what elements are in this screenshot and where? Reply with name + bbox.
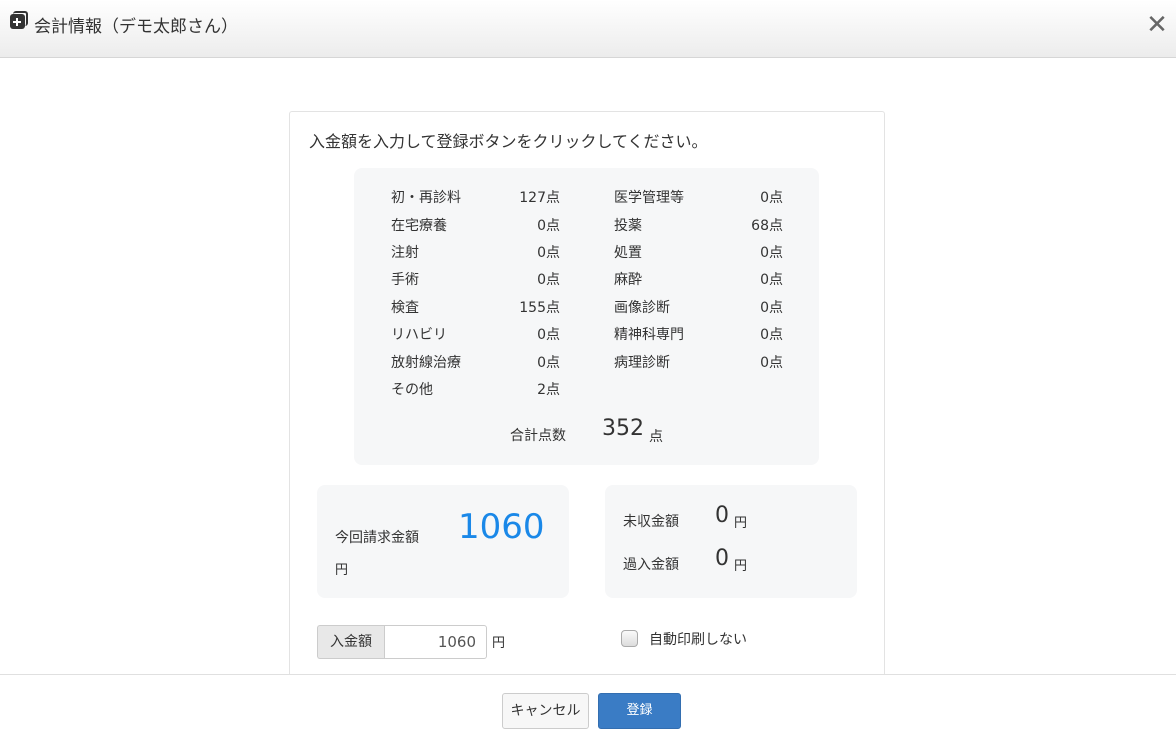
dialog-title: 会計情報（デモ太郎さん）	[34, 17, 238, 37]
score-breakdown	[354, 168, 819, 465]
score-label: 病理診断	[614, 355, 670, 371]
total-score-value: 352	[602, 416, 644, 441]
score-label: 検査	[391, 300, 419, 316]
overpaid-value: 0	[715, 546, 729, 571]
score-value: 0点	[760, 190, 783, 206]
register-button[interactable]: 登録	[598, 693, 681, 729]
billing-label: 今回請求金額	[335, 530, 419, 546]
payment-amount-input[interactable]	[384, 625, 487, 659]
total-score-unit: 点	[649, 429, 663, 445]
score-label: 麻酔	[614, 272, 642, 288]
billing-unit: 円	[335, 563, 349, 578]
payment-unit: 円	[492, 636, 506, 651]
score-value: 0点	[760, 327, 783, 343]
score-value: 0点	[537, 355, 560, 371]
unpaid-label: 未収金額	[623, 514, 679, 530]
payment-addon-label: 入金額	[317, 625, 384, 659]
score-value: 0点	[537, 272, 560, 288]
score-value: 0点	[760, 272, 783, 288]
instruction-text: 入金額を入力して登録ボタンをクリックしてください。	[309, 132, 708, 151]
score-value: 0点	[537, 218, 560, 234]
auto-print-checkbox[interactable]	[621, 630, 638, 647]
billing-amount: 1060	[458, 507, 545, 547]
score-value: 127点	[519, 190, 560, 206]
score-value: 0点	[537, 245, 560, 261]
score-label: 手術	[391, 272, 419, 288]
score-label: 注射	[391, 245, 419, 261]
score-label: 在宅療養	[391, 218, 447, 234]
score-label: 精神科専門	[614, 327, 684, 343]
score-value: 155点	[519, 300, 560, 316]
overpaid-unit: 円	[734, 559, 748, 574]
score-label: 放射線治療	[391, 355, 461, 371]
cancel-button[interactable]: キャンセル	[502, 693, 589, 729]
score-value: 2点	[537, 382, 560, 398]
score-value: 68点	[751, 218, 783, 234]
overpaid-label: 過入金額	[623, 557, 679, 573]
unpaid-unit: 円	[734, 516, 748, 531]
close-icon[interactable]: ✕	[1144, 10, 1170, 40]
score-value: 0点	[760, 245, 783, 261]
balance-box	[605, 485, 857, 598]
score-label: 処置	[614, 245, 642, 261]
score-label: 初・再診料	[391, 190, 461, 206]
score-label: リハビリ	[391, 327, 447, 343]
unpaid-value: 0	[715, 503, 729, 528]
plus-square-icon	[10, 11, 28, 29]
score-label: 医学管理等	[614, 190, 684, 206]
auto-print-label[interactable]: 自動印刷しない	[649, 629, 747, 649]
score-label: 投薬	[614, 218, 642, 234]
score-value: 0点	[537, 327, 560, 343]
score-value: 0点	[760, 300, 783, 316]
dialog-titlebar: 会計情報（デモ太郎さん） ✕	[0, 0, 1176, 58]
total-score-label: 合計点数	[510, 428, 566, 444]
score-label: 画像診断	[614, 300, 670, 316]
score-value: 0点	[760, 355, 783, 371]
score-label: その他	[391, 382, 433, 398]
